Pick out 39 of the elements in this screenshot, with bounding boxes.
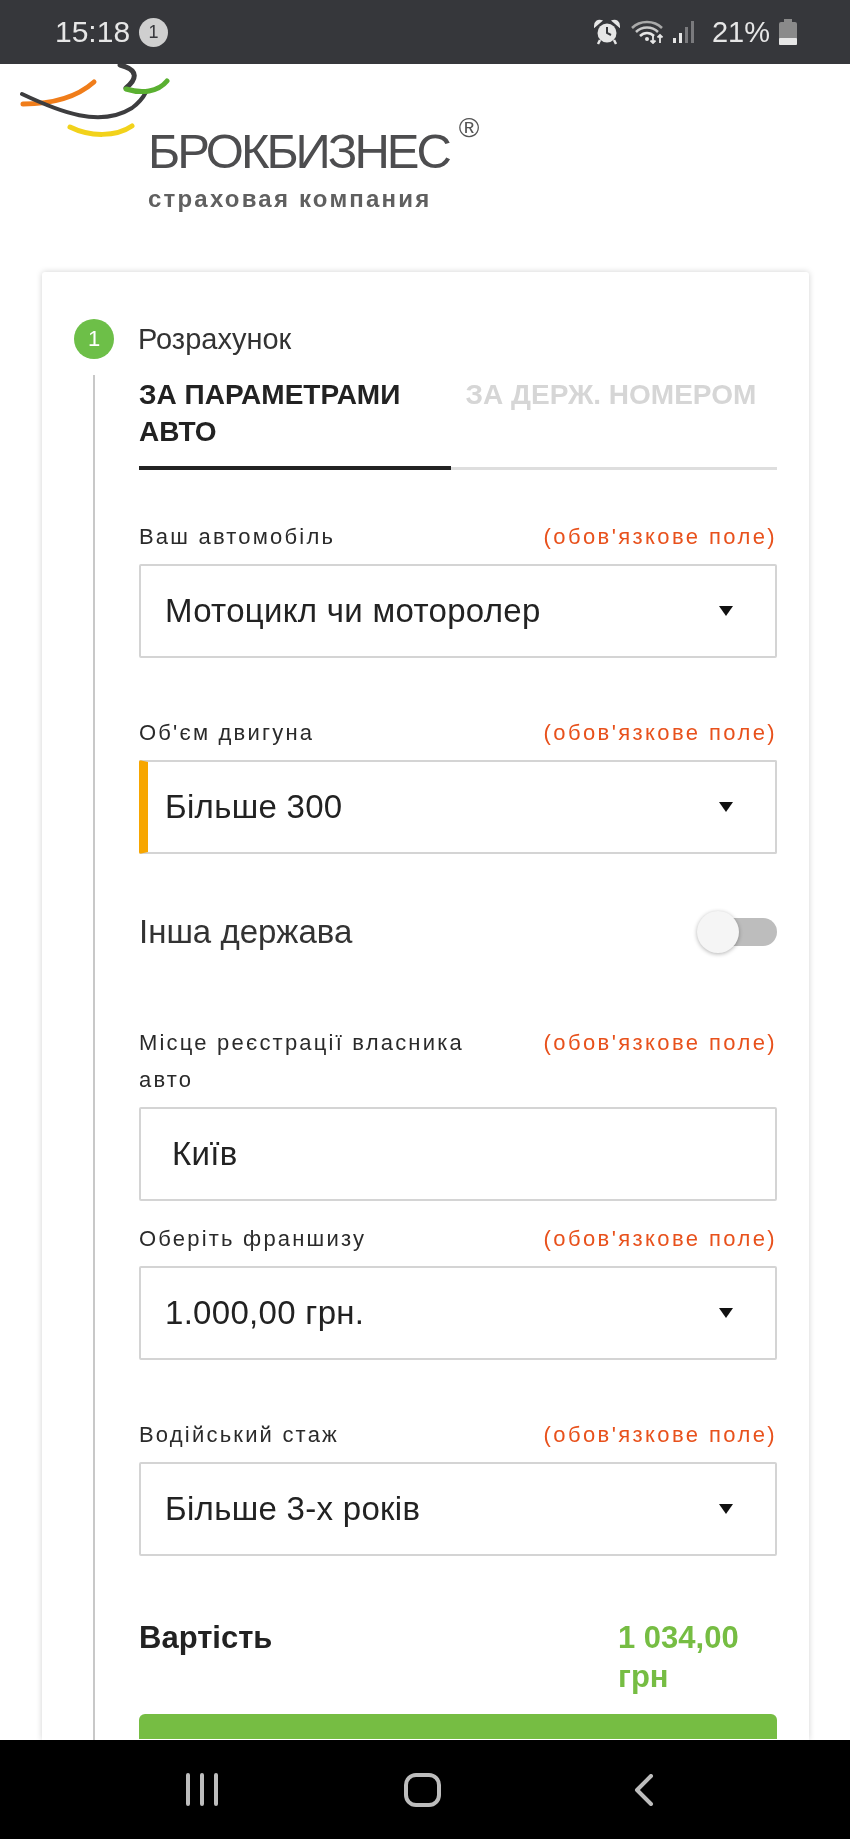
brand-name: БРОКБИЗНЕС xyxy=(148,126,449,176)
required-note: (обов'язкове поле) xyxy=(543,1029,777,1057)
wifi-icon xyxy=(630,20,665,44)
recent-apps-icon[interactable] xyxy=(185,1773,219,1806)
field-label: Ваш автомобіль xyxy=(139,523,336,551)
field-label: Оберіть франшизу xyxy=(139,1225,367,1253)
dropdown-select[interactable]: Більше 3-х років xyxy=(139,1462,777,1556)
brand-tagline: страховая компания xyxy=(148,186,432,212)
dropdown-select[interactable]: Більше 300 xyxy=(139,760,777,854)
field-label: Об'єм двигуна xyxy=(139,719,315,747)
status-time: 15:18 xyxy=(55,15,131,49)
dropdown-select[interactable]: 1.000,00 грн. xyxy=(139,1266,777,1360)
toggle-label: Інша держава xyxy=(139,913,353,951)
field-label: Місце реєстрації власника авто xyxy=(139,1029,465,1094)
caret-icon xyxy=(719,1504,733,1514)
field-label: Водійський стаж xyxy=(139,1421,339,1449)
home-icon[interactable] xyxy=(404,1772,441,1807)
caret-icon xyxy=(719,606,733,616)
toggle-switch[interactable] xyxy=(697,911,777,953)
step-number: 1 xyxy=(74,319,114,359)
battery-icon xyxy=(779,19,797,45)
cost-label: Вартість xyxy=(139,1619,274,1657)
required-note: (обов'язкове поле) xyxy=(543,523,777,551)
dropdown-select[interactable]: Мотоцикл чи моторолер xyxy=(139,564,777,658)
required-note: (обов'язкове поле) xyxy=(543,1421,777,1449)
caret-icon xyxy=(719,802,733,812)
required-note: (обов'язкове поле) xyxy=(543,719,777,747)
price-value: 1 034,00 грн xyxy=(618,1619,740,1696)
alarm-clock-icon xyxy=(592,19,621,45)
text-input[interactable]: Київ xyxy=(139,1107,777,1201)
signal-icon xyxy=(672,21,696,43)
back-icon[interactable] xyxy=(634,1773,654,1806)
battery-percentage: 21% xyxy=(711,15,770,49)
required-note: (обов'язкове поле) xyxy=(543,1225,777,1253)
notification-count: 1 xyxy=(139,17,169,47)
step-title: Розрахунок xyxy=(138,322,292,356)
registered-mark: ® xyxy=(458,114,480,142)
tab[interactable]: ЗА ПАРАМЕТРАМИ АВТО xyxy=(139,375,451,470)
caret-icon xyxy=(719,1308,733,1318)
